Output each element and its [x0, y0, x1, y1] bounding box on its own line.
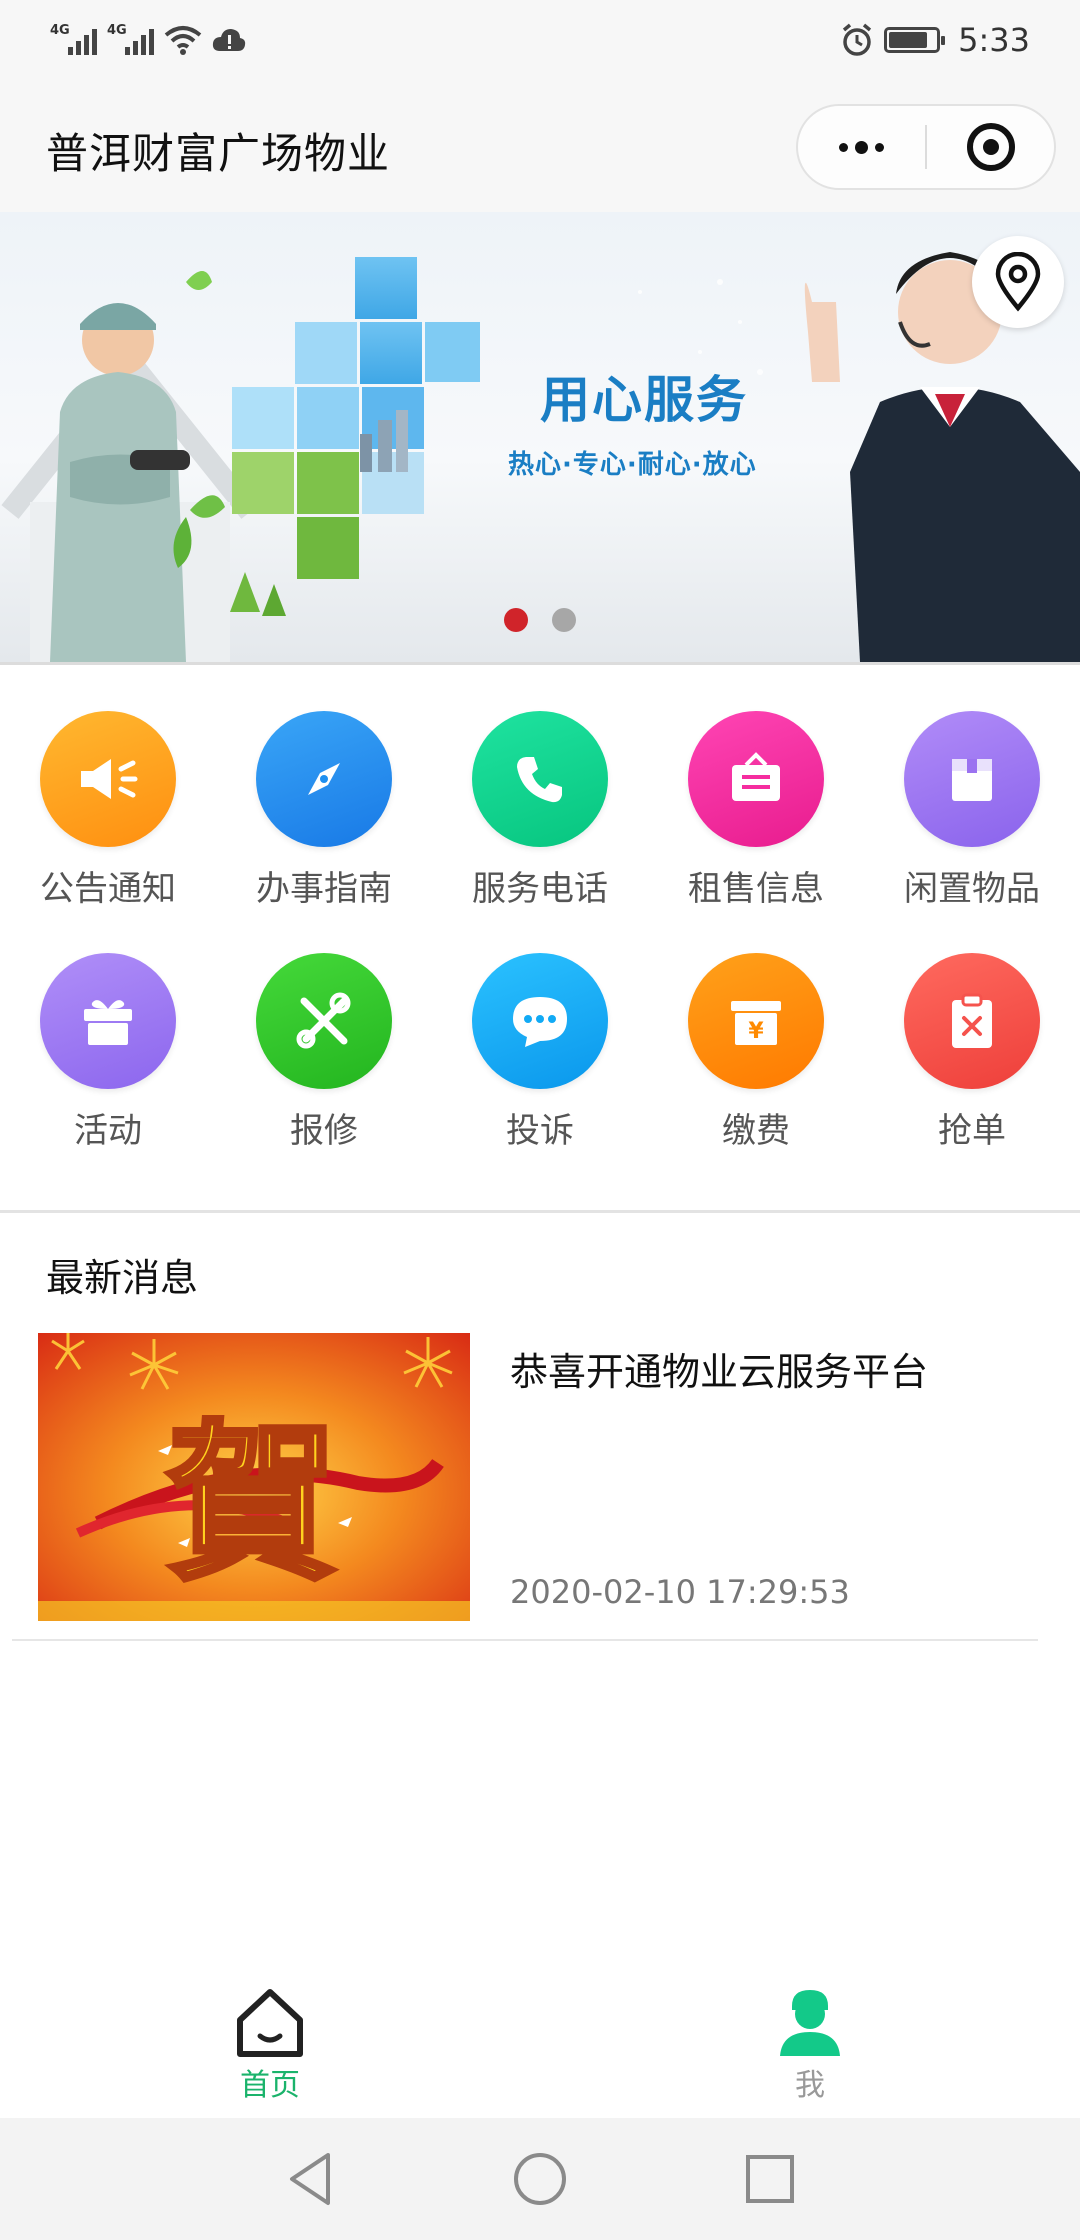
grid-label: 办事指南: [256, 869, 392, 909]
battery-icon: [884, 27, 946, 53]
grid-item-complaint[interactable]: 投诉: [432, 953, 648, 1152]
status-right: 5:33: [840, 21, 1030, 59]
grid-item-guide[interactable]: 办事指南: [216, 711, 432, 910]
grid-label: 租售信息: [688, 869, 824, 909]
cloud-icon: [212, 29, 246, 51]
megaphone-icon: [40, 711, 176, 847]
grid-item-notice[interactable]: 公告通知: [0, 711, 216, 910]
menu-capsule: [796, 104, 1056, 190]
status-left: 4G 4G: [50, 23, 246, 55]
carousel-dot-active[interactable]: [504, 608, 528, 632]
grid-label: 抢单: [938, 1111, 1006, 1151]
grid-item-repair[interactable]: 报修: [216, 953, 432, 1152]
thumb-character: 賀: [167, 1404, 337, 1604]
grid-label: 投诉: [506, 1111, 574, 1151]
sign-icon: [688, 711, 824, 847]
grid-label: 闲置物品: [904, 869, 1040, 909]
news-item[interactable]: 賀 恭喜开通物业云服务平台 2020-02-10 17:29:53: [12, 1333, 1038, 1653]
banner-image: [1, 252, 1080, 662]
page-title: 普洱财富广场物业: [46, 129, 391, 178]
grid-item-rental[interactable]: 租售信息: [648, 711, 864, 910]
network-type: 4G: [50, 23, 70, 38]
tab-me[interactable]: 我: [730, 1986, 890, 2104]
grid-label: 服务电话: [472, 869, 608, 909]
banner-subline: 热心·专心·耐心·放心: [508, 450, 757, 480]
box-icon: [904, 711, 1040, 847]
wifi-icon: [164, 26, 202, 55]
news-timestamp: 2020-02-10 17:29:53: [510, 1573, 850, 1611]
grid-label: 公告通知: [40, 869, 176, 909]
grid-label: 报修: [290, 1111, 358, 1151]
grid-item-idle[interactable]: 闲置物品: [864, 711, 1080, 910]
location-button[interactable]: [972, 236, 1064, 328]
tab-bar: 首页 我: [0, 1964, 1080, 2118]
clock: 5:33: [958, 21, 1030, 59]
news-heading: 最新消息: [46, 1256, 199, 1300]
alarm-icon: [843, 23, 872, 56]
more-icon: [839, 140, 884, 154]
carousel-dot[interactable]: [552, 608, 576, 632]
close-target-icon: [966, 123, 1015, 171]
screen: 4G 4G 5:33 普洱财富广场物业 用心服务 热心·专心·耐心·放心 公告通…: [0, 0, 1080, 2240]
tab-label: 首页: [240, 2068, 300, 2103]
home-circle-icon: [514, 2153, 566, 2205]
back-icon: [290, 2153, 330, 2205]
grid-item-grab-order[interactable]: 抢单: [864, 953, 1080, 1152]
clipboard-icon: [904, 953, 1040, 1089]
recents-icon: [746, 2155, 794, 2203]
grid-item-activity[interactable]: 活动: [0, 953, 216, 1152]
grid-label: 缴费: [722, 1111, 790, 1151]
chat-icon: [472, 953, 608, 1089]
signal-icon: 4G: [50, 23, 97, 55]
feature-grid: 公告通知 办事指南 服务电话 租售信息 闲置物品 活动 报修 投诉 ¥ 缴费 抢…: [0, 665, 1080, 1211]
news-thumbnail: 賀: [38, 1333, 470, 1621]
close-button[interactable]: [927, 106, 1054, 188]
more-button[interactable]: [798, 106, 925, 188]
tab-label: 我: [795, 2068, 825, 2103]
location-pin-icon: [995, 252, 1041, 312]
signal-icon: 4G: [107, 23, 154, 55]
phone-icon: [472, 711, 608, 847]
banner-headline: 用心服务: [540, 371, 748, 429]
tools-icon: [256, 953, 392, 1089]
status-bar: 4G 4G 5:33: [0, 0, 1080, 80]
recents-button[interactable]: [735, 2144, 805, 2214]
payment-icon: ¥: [688, 953, 824, 1089]
news-section: 最新消息 賀 恭喜开通物业云服务平台 2020-02-10 17:29:53: [0, 1213, 1080, 1641]
tab-home[interactable]: 首页: [190, 1986, 350, 2104]
back-button[interactable]: [275, 2144, 345, 2214]
system-nav-bar: [0, 2118, 1080, 2240]
grid-item-payment[interactable]: ¥ 缴费: [648, 953, 864, 1152]
user-icon: [780, 1990, 840, 2056]
grid-item-phone[interactable]: 服务电话: [432, 711, 648, 910]
banner-carousel[interactable]: 用心服务 热心·专心·耐心·放心: [0, 212, 1080, 662]
news-title: 恭喜开通物业云服务平台: [510, 1350, 929, 1394]
compass-icon: [256, 711, 392, 847]
divider: [12, 1639, 1038, 1641]
grid-label: 活动: [74, 1111, 142, 1151]
svg-text:¥: ¥: [748, 1019, 764, 1044]
home-button[interactable]: [505, 2144, 575, 2214]
title-bar: 普洱财富广场物业: [0, 80, 1080, 212]
gift-icon: [40, 953, 176, 1089]
network-type: 4G: [107, 23, 127, 38]
home-icon: [237, 1989, 303, 2057]
